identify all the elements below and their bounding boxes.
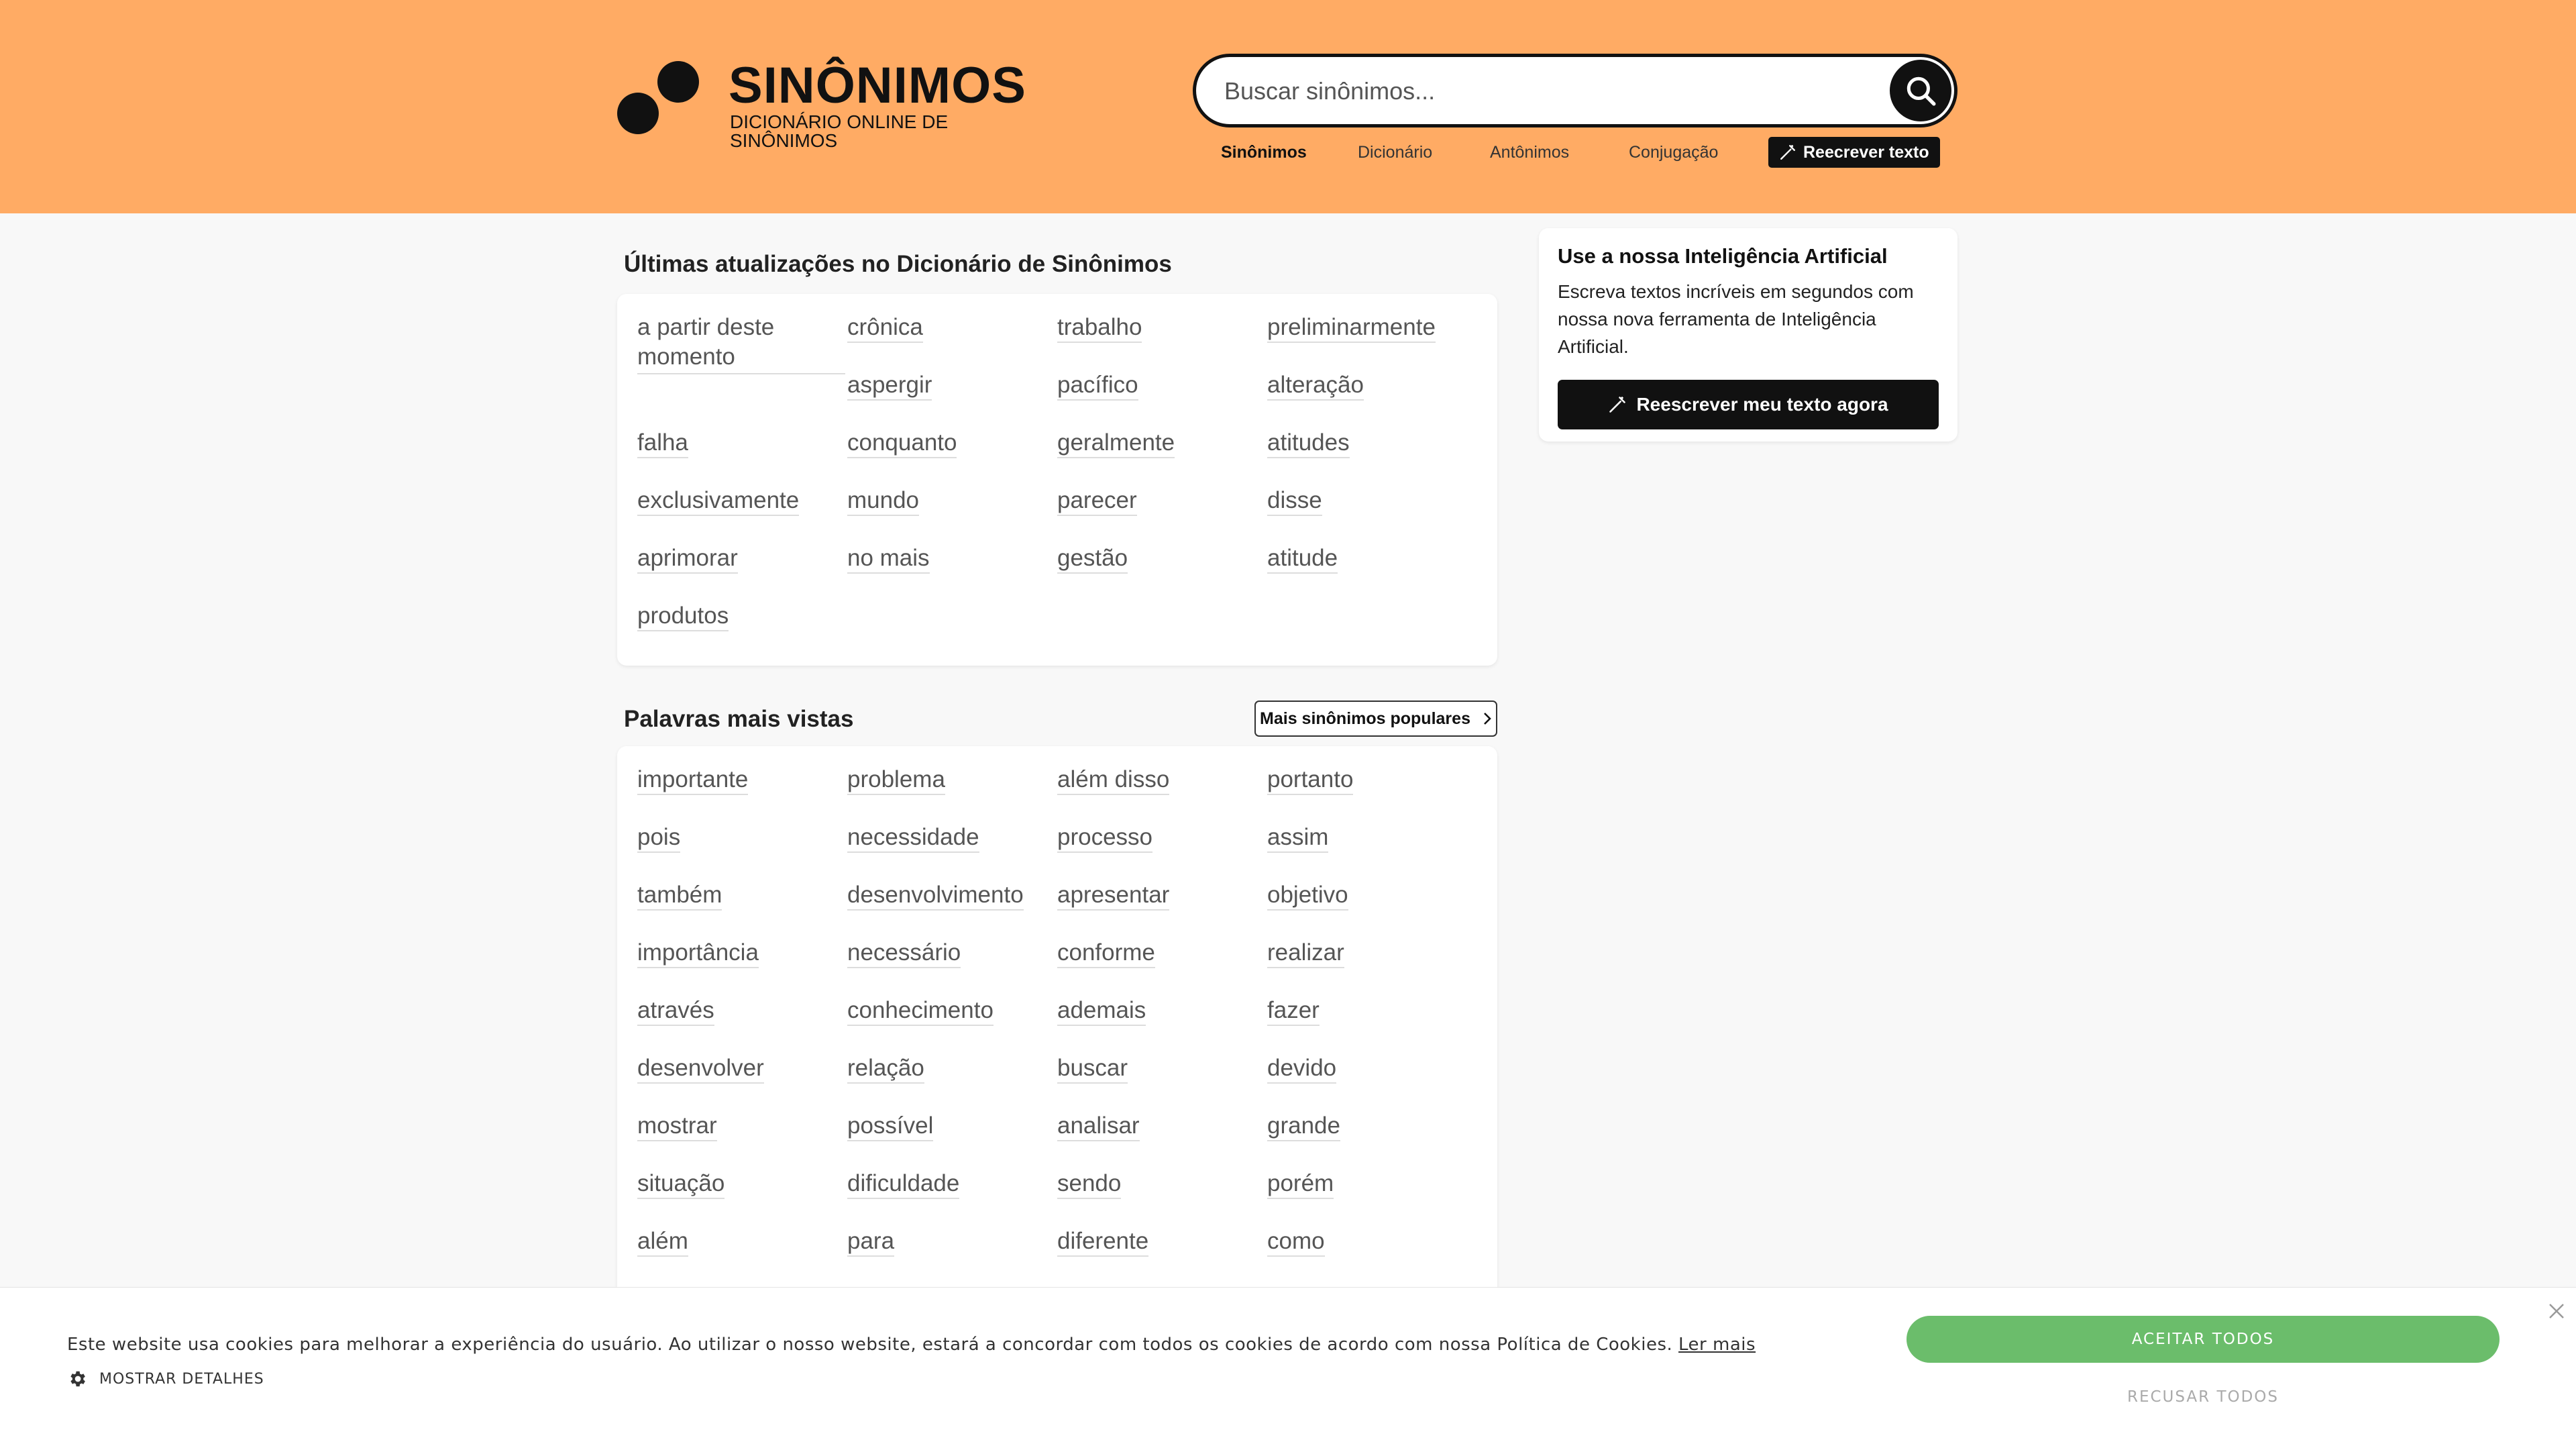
search-input[interactable] (1223, 57, 1870, 125)
word-link[interactable]: ademais (1057, 996, 1267, 1053)
cookie-show-details[interactable]: MOSTRAR DETALHES (67, 1369, 264, 1389)
word-link[interactable]: conforme (1057, 938, 1267, 996)
more-popular-button[interactable]: Mais sinônimos populares (1254, 701, 1497, 737)
word-link[interactable]: pois (637, 823, 847, 880)
word-link[interactable]: desenvolver (637, 1053, 847, 1111)
updates-card: a partir deste momento crônica trabalho … (617, 294, 1497, 666)
word-link[interactable]: gestão (1057, 543, 1267, 601)
more-popular-label: Mais sinônimos populares (1260, 709, 1470, 728)
word-link[interactable]: no mais (847, 543, 1057, 601)
word-link[interactable]: para (847, 1227, 1057, 1284)
word-link[interactable]: importância (637, 938, 847, 996)
updates-title: Últimas atualizações no Dicionário de Si… (624, 251, 1172, 277)
popular-title: Palavras mais vistas (624, 706, 854, 732)
word-link[interactable]: necessidade (847, 823, 1057, 880)
word-link[interactable]: apresentar (1057, 880, 1267, 938)
ai-promo-title: Use a nossa Inteligência Artificial (1558, 244, 1888, 268)
word-link[interactable]: também (637, 880, 847, 938)
word-link[interactable]: disse (1267, 486, 1477, 543)
word-link[interactable]: atitudes (1267, 428, 1477, 486)
popular-word-grid: importante problema além disso portanto … (637, 765, 1477, 1284)
word-link[interactable]: aspergir (847, 370, 1057, 428)
nav-rewrite-button[interactable]: Reecrever texto (1768, 137, 1940, 168)
word-link[interactable]: aprimorar (637, 543, 847, 601)
word-link[interactable]: importante (637, 765, 847, 823)
refuse-all-button[interactable]: RECUSAR TODOS (1907, 1388, 2500, 1415)
popular-card: importante problema além disso portanto … (617, 746, 1497, 1303)
word-link[interactable]: alteração (1267, 370, 1477, 428)
word-link[interactable]: produtos (637, 601, 847, 659)
main-nav: Sinônimos Dicionário Antônimos Conjugaçã… (1193, 137, 1957, 168)
nav-conjugacao[interactable]: Conjugação (1629, 137, 1718, 168)
ai-promo-text: Escreva textos incríveis em segundos com… (1558, 281, 1914, 357)
word-link[interactable]: analisar (1057, 1111, 1267, 1169)
word-link[interactable]: além (637, 1227, 847, 1284)
logo-subtitle: DICIONÁRIO ONLINE DE SINÔNIMOS (730, 111, 949, 151)
word-link[interactable]: através (637, 996, 847, 1053)
word-link[interactable]: preliminarmente (1267, 313, 1477, 370)
word-link[interactable]: grande (1267, 1111, 1477, 1169)
word-link[interactable]: crônica (847, 313, 1057, 370)
word-link[interactable]: devido (1267, 1053, 1477, 1111)
word-link[interactable]: sendo (1057, 1169, 1267, 1227)
word-link[interactable]: mundo (847, 486, 1057, 543)
ai-rewrite-label: Reescrever meu texto agora (1636, 394, 1888, 415)
word-link[interactable]: além disso (1057, 765, 1267, 823)
updates-word-grid-rest: aspergir pacífico alteração falha conqua… (637, 370, 1477, 659)
word-link[interactable]: geralmente (1057, 428, 1267, 486)
nav-antonimos[interactable]: Antônimos (1490, 137, 1569, 168)
cookie-message: Este website usa cookies para melhorar a… (67, 1335, 1756, 1355)
word-link[interactable]: possível (847, 1111, 1057, 1169)
word-link[interactable]: buscar (1057, 1053, 1267, 1111)
accept-all-button[interactable]: ACEITAR TODOS (1907, 1316, 2500, 1363)
word-link[interactable]: trabalho (1057, 313, 1267, 370)
cookie-text: Este website usa cookies para melhorar a… (67, 1335, 1673, 1355)
nav-rewrite-label: Reecrever texto (1803, 142, 1929, 162)
site-logo[interactable]: SINÔNIMOS DICIONÁRIO ONLINE DE SINÔNIMOS (616, 57, 1045, 150)
word-link[interactable]: processo (1057, 823, 1267, 880)
word-link[interactable]: situação (637, 1169, 847, 1227)
word-link[interactable]: objetivo (1267, 880, 1477, 938)
gear-icon (70, 1371, 85, 1387)
search-icon (1907, 76, 1936, 106)
word-link[interactable]: a partir deste momento (637, 313, 845, 374)
word-link[interactable]: dificuldade (847, 1169, 1057, 1227)
cookie-details-label: MOSTRAR DETALHES (99, 1370, 264, 1388)
word-link[interactable]: assim (1267, 823, 1477, 880)
cookie-read-more-link[interactable]: Ler mais (1678, 1335, 1756, 1355)
logo-title: SINÔNIMOS (729, 57, 1026, 114)
word-link[interactable]: falha (637, 428, 847, 486)
word-link[interactable]: desenvolvimento (847, 880, 1057, 938)
nav-sinonimos[interactable]: Sinônimos (1221, 137, 1307, 168)
word-link[interactable]: problema (847, 765, 1057, 823)
word-link[interactable]: conhecimento (847, 996, 1057, 1053)
search-button[interactable] (1890, 60, 1951, 121)
word-link[interactable]: mostrar (637, 1111, 847, 1169)
word-link[interactable]: porém (1267, 1169, 1477, 1227)
close-icon[interactable] (2546, 1301, 2567, 1321)
word-link[interactable]: parecer (1057, 486, 1267, 543)
word-link[interactable]: conquanto (847, 428, 1057, 486)
search-box (1193, 54, 1957, 127)
nav-dicionario[interactable]: Dicionário (1358, 137, 1432, 168)
word-link[interactable]: exclusivamente (637, 486, 847, 543)
chevron-right-icon (1484, 713, 1491, 725)
magic-wand-icon (1780, 145, 1795, 160)
word-link[interactable]: como (1267, 1227, 1477, 1284)
cookie-banner: Este website usa cookies para melhorar a… (0, 1287, 2576, 1450)
word-link[interactable]: pacífico (1057, 370, 1267, 428)
word-link[interactable]: portanto (1267, 765, 1477, 823)
word-link[interactable]: relação (847, 1053, 1057, 1111)
ai-promo-card: Use a nossa Inteligência Artificial Escr… (1539, 228, 1957, 442)
word-link[interactable]: diferente (1057, 1227, 1267, 1284)
word-link[interactable]: realizar (1267, 938, 1477, 996)
magic-wand-icon (1609, 397, 1626, 413)
updates-word-grid: a partir deste momento crônica trabalho … (637, 313, 1477, 374)
site-header: SINÔNIMOS DICIONÁRIO ONLINE DE SINÔNIMOS… (0, 0, 2576, 213)
word-link[interactable]: atitude (1267, 543, 1477, 601)
ai-rewrite-button[interactable]: Reescrever meu texto agora (1558, 380, 1939, 429)
logo-dots-icon (616, 58, 703, 138)
word-link[interactable]: fazer (1267, 996, 1477, 1053)
word-link[interactable]: necessário (847, 938, 1057, 996)
